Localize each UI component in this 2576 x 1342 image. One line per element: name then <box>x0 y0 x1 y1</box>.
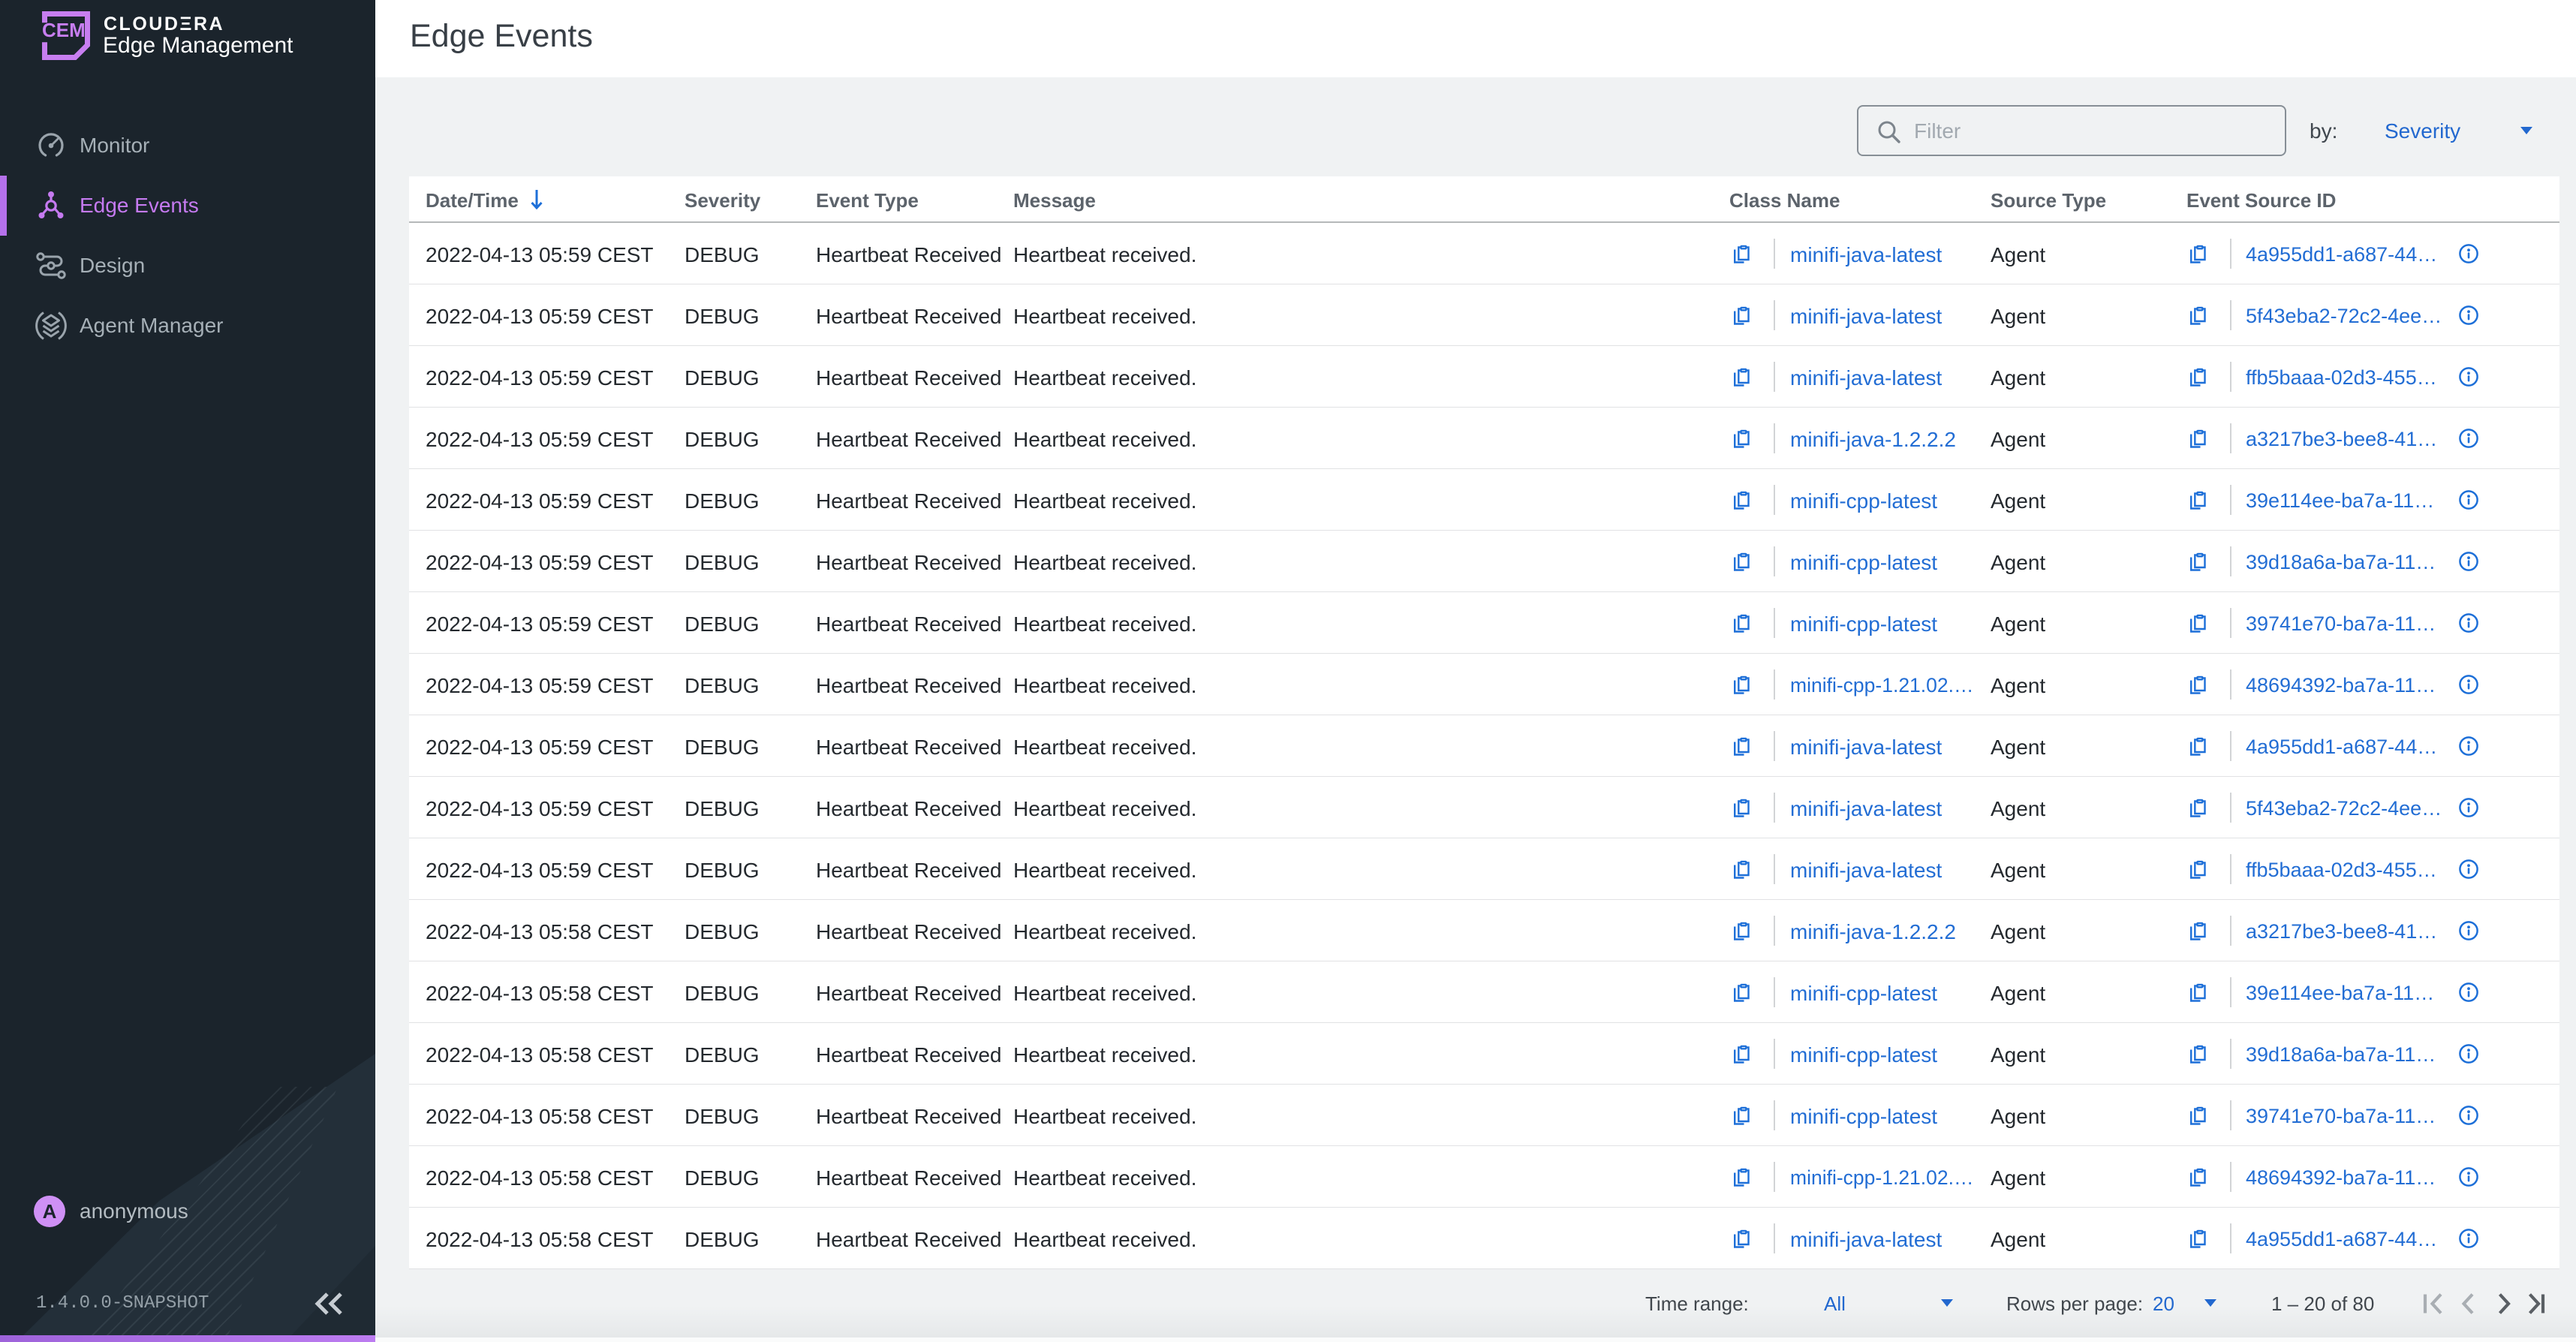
svg-text:CEM: CEM <box>42 19 86 41</box>
